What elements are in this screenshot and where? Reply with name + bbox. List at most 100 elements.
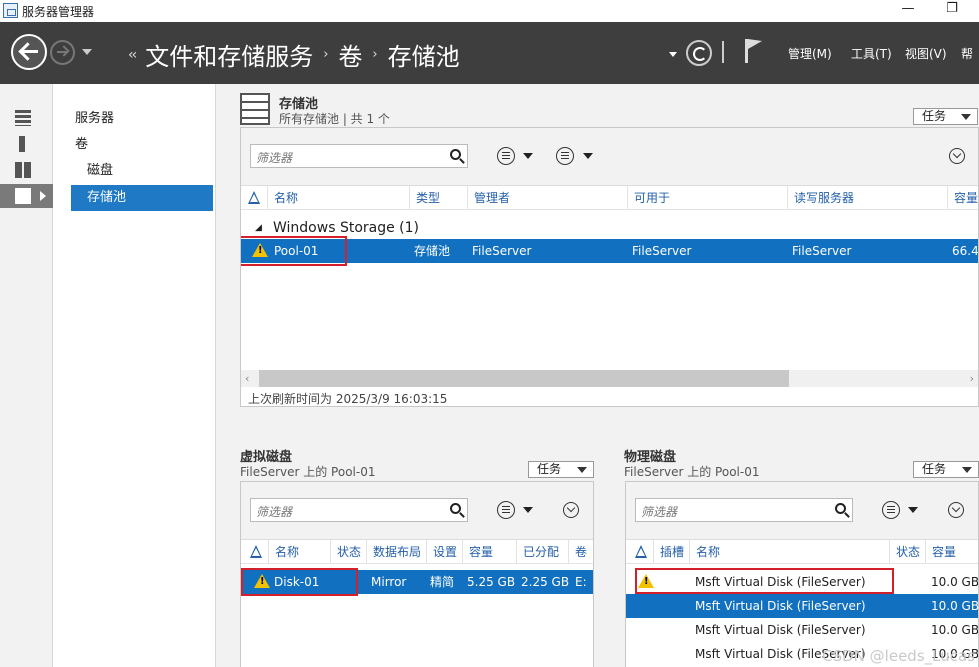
scroll-left-icon[interactable]: ‹ [245,372,249,385]
search-icon[interactable] [835,503,846,514]
pool-available-to: FileServer [632,244,692,258]
col-allocated[interactable]: 已分配 [516,540,568,564]
restore-button[interactable]: ❐ [942,1,962,19]
breadcrumb: ‹‹ 文件和存储服务 › 卷 › 存储池 [128,37,460,72]
storage-pools-tasks-button[interactable]: 任务 [913,108,978,125]
col-name[interactable]: 名称 [268,540,330,564]
table-row[interactable]: Pool-01 存储池 FileServer FileServer FileSe… [241,239,978,263]
table-row[interactable]: Msft Virtual Disk (FileServer) 10.0 GB [626,594,978,618]
menu-tools[interactable]: 工具(T) [851,45,892,62]
filter-bar: 筛选器 [241,128,978,186]
breadcrumb-separator-icon: › [323,47,329,62]
vdisk-layout: Mirror [371,575,407,589]
breadcrumb-dropdown-icon[interactable] [669,52,677,57]
icon-rail [0,84,53,667]
nav-item-disks[interactable]: 磁盘 [87,158,195,184]
col-capacity[interactable]: 容量 [947,186,978,210]
breadcrumb-volumes[interactable]: 卷 [338,37,362,72]
group-header[interactable]: ◢ Windows Storage (1) [241,216,978,240]
virtual-disks-tasks-button[interactable]: 任务 [528,461,594,478]
expand-caret-icon[interactable] [40,191,46,201]
storage-pool-icon [240,93,270,125]
table-row[interactable]: Msft Virtual Disk (FileServer) 10.0 GB [626,618,978,642]
filter-placeholder: 筛选器 [641,505,678,519]
physical-disks-tasks-button[interactable]: 任务 [913,461,979,478]
expand-collapse-icon[interactable] [949,148,965,164]
col-volume[interactable]: 卷 [568,540,593,564]
col-layout[interactable]: 数据布局 [366,540,426,564]
expand-collapse-icon[interactable] [563,502,579,518]
list-options-icon[interactable] [497,147,515,165]
breadcrumb-separator-icon: › [372,47,378,62]
list-options-icon[interactable] [882,501,900,519]
pdisk-name: Msft Virtual Disk (FileServer) [695,599,866,613]
refresh-icon[interactable] [686,40,712,66]
virtual-disks-filter-input[interactable]: 筛选器 [250,498,468,522]
search-icon[interactable] [450,149,461,160]
col-capacity[interactable]: 容量 [925,540,978,564]
col-rw-server[interactable]: 读写服务器 [787,186,947,210]
notifications-flag-icon[interactable] [745,39,748,63]
col-status[interactable]: 状态 [330,540,366,564]
col-status[interactable]: 状态 [889,540,925,564]
file-storage-icon[interactable] [15,188,31,204]
col-slot[interactable]: 插槽 [653,540,689,564]
nav-item-storage-pools[interactable]: 存储池 [71,185,213,211]
nav-item-servers[interactable]: 服务器 [75,106,195,132]
back-button[interactable] [11,34,47,70]
menu-manage[interactable]: 管理(M) [788,45,832,62]
alert-column-icon[interactable] [248,191,260,204]
scrollbar-thumb[interactable] [259,370,789,387]
physical-disks-filter-input[interactable]: 筛选器 [635,498,853,522]
dashboard-icon[interactable] [15,110,31,126]
col-available-to[interactable]: 可用于 [627,186,787,210]
pdisk-capacity: 10.0 GB [931,575,979,589]
physical-disks-subtitle: FileServer 上的 Pool-01 [624,465,760,479]
alert-column-icon[interactable] [635,545,647,558]
navigation-pane: 服务器 卷 磁盘 存储池 [54,84,216,667]
nav-item-volumes[interactable]: 卷 [75,132,195,158]
filter-placeholder: 筛选器 [256,505,293,519]
col-provisioning[interactable]: 设置 [426,540,462,564]
physical-disks-panel: 筛选器 插槽 名称 状态 容量 Msft Virtual Disk (FileS… [625,481,979,667]
search-icon[interactable] [450,503,461,514]
menu-help[interactable]: 帮 [961,45,973,62]
breadcrumb-file-storage[interactable]: 文件和存储服务 [145,37,313,72]
col-name[interactable]: 名称 [689,540,889,564]
local-server-icon[interactable] [19,136,25,152]
all-servers-icon[interactable] [15,162,31,178]
col-type[interactable]: 类型 [409,186,467,210]
expand-collapse-icon[interactable] [948,502,964,518]
minimize-button[interactable]: — [898,1,918,19]
title-bar: 服务器管理器 — ❐ [0,0,979,22]
highlight-box [635,568,894,594]
history-dropdown-icon[interactable] [82,49,92,55]
breadcrumb-overflow[interactable]: ‹‹ [128,47,137,63]
list-options-icon[interactable] [497,501,515,519]
filter-placeholder: 筛选器 [256,151,293,165]
col-capacity[interactable]: 容量 [462,540,516,564]
list-options-dropdown-icon[interactable] [523,153,533,159]
virtual-disks-subtitle: FileServer 上的 Pool-01 [240,465,376,479]
breadcrumb-storage-pools[interactable]: 存储池 [388,37,460,72]
scroll-right-icon[interactable]: › [970,372,974,385]
alert-column-icon[interactable] [250,545,262,558]
save-query-dropdown-icon[interactable] [583,153,593,159]
list-options-dropdown-icon[interactable] [523,507,533,513]
storage-pools-subtitle: 所有存储池 | 共 1 个 [279,112,390,126]
list-options-dropdown-icon[interactable] [908,507,918,513]
menu-view[interactable]: 视图(V) [905,45,947,62]
save-query-icon[interactable] [556,147,574,165]
vdisk-provisioning: 精简 [430,575,455,589]
forward-button[interactable] [50,40,75,65]
col-name[interactable]: 名称 [267,186,409,210]
storage-pools-column-header: 名称 类型 管理者 可用于 读写服务器 容量 [241,186,978,210]
storage-pools-filter-input[interactable]: 筛选器 [250,144,468,168]
filter-bar: 筛选器 [241,482,593,540]
col-managed-by[interactable]: 管理者 [467,186,627,210]
physical-disks-column-header: 插槽 名称 状态 容量 [626,540,978,564]
horizontal-scrollbar[interactable]: ‹ › [241,370,978,387]
storage-pools-panel: 筛选器 名称 类型 管理者 可用于 读写服务器 容量 ◢ Windows Sto… [240,127,979,407]
last-refresh-text: 上次刷新时间为 2025/3/9 16:03:15 [248,392,448,406]
header-bar: ‹‹ 文件和存储服务 › 卷 › 存储池 管理(M) 工具(T) 视图(V) 帮 [0,22,979,84]
